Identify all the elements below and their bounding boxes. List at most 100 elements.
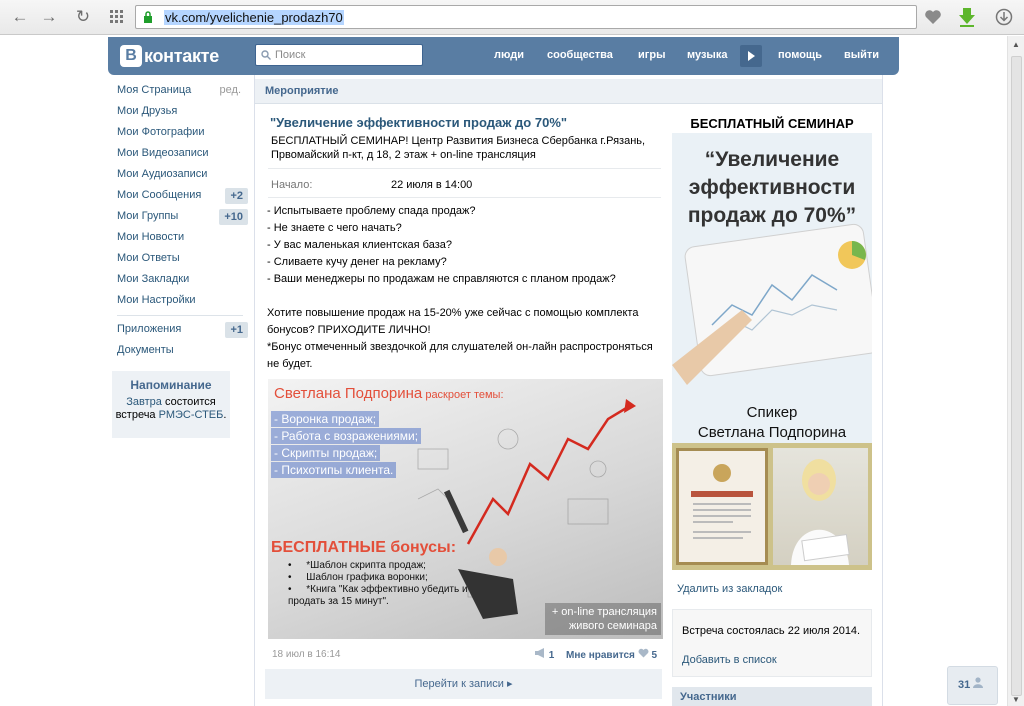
- nav-logout[interactable]: выйти: [844, 49, 879, 61]
- like-label: Мне нравится: [566, 650, 635, 661]
- reminder-date-link[interactable]: Завтра: [126, 396, 162, 408]
- body-line: - Ваши менеджеры по продажам не справляю…: [267, 273, 616, 285]
- divider: [268, 168, 661, 169]
- cover-speaker-name: Светлана Подпорина: [697, 424, 847, 441]
- sidebar-divider: [117, 315, 243, 316]
- online-count: 31: [958, 679, 971, 691]
- apps-grid-icon[interactable]: [106, 6, 128, 28]
- sidebar-item-friends[interactable]: Мои Друзья: [108, 101, 253, 122]
- sidebar-item-label: Приложения: [117, 323, 182, 335]
- back-icon[interactable]: ←: [9, 6, 31, 28]
- add-to-list-link[interactable]: Добавить в список: [682, 654, 777, 666]
- vk-logo[interactable]: В контакте: [120, 44, 219, 68]
- nav-help[interactable]: помощь: [778, 49, 822, 61]
- sidebar-item-label: Мои Ответы: [117, 252, 180, 264]
- search-box[interactable]: [255, 44, 423, 66]
- secure-lock-icon: [144, 11, 152, 23]
- cover-top-label: БЕСПЛАТНЫЙ СЕМИНАР: [672, 115, 872, 133]
- poster-topic: - Психотипы клиента.: [271, 462, 397, 478]
- poster-speaker-name: Светлана Подпорина: [274, 385, 423, 402]
- go-to-post-button[interactable]: Перейти к записи ▸: [265, 669, 662, 699]
- participants-header[interactable]: Участники: [672, 687, 872, 706]
- start-label: Начало:: [271, 179, 313, 191]
- nav-music[interactable]: музыка: [687, 49, 727, 61]
- address-bar[interactable]: vk.com/yvelichenie_prodazh70: [135, 5, 917, 29]
- groups-count-badge: +10: [219, 209, 248, 225]
- sidebar-item-label: Мои Сообщения: [117, 189, 202, 201]
- nav-people[interactable]: люди: [494, 49, 524, 61]
- page-scrollbar[interactable]: ▲ ▼: [1007, 36, 1024, 706]
- cover-speaker: Спикер Светлана Подпорина: [672, 403, 872, 443]
- heart-icon: [638, 648, 649, 658]
- nav-games[interactable]: игры: [638, 49, 665, 61]
- sidebar-item-label: Мои Аудиозаписи: [117, 168, 208, 180]
- body-line: - Не знаете с чего начать?: [267, 222, 402, 234]
- reminder-title: Напоминание: [130, 378, 212, 392]
- share-button[interactable]: 1: [534, 648, 554, 661]
- sidebar-item-apps[interactable]: Приложения +1: [108, 319, 253, 340]
- megaphone-icon: [535, 648, 544, 658]
- sidebar-item-bookmarks[interactable]: Мои Закладки: [108, 269, 253, 290]
- download-arrow-icon[interactable]: [955, 5, 979, 29]
- sidebar-item-label: Мои Закладки: [117, 273, 190, 285]
- sidebar-item-settings[interactable]: Мои Настройки: [108, 290, 253, 311]
- event-cover-image[interactable]: БЕСПЛАТНЫЙ СЕМИНАР “Увеличение эффективн…: [672, 115, 872, 570]
- start-value: 22 июля в 14:00: [391, 179, 473, 191]
- scroll-up-icon[interactable]: ▲: [1012, 40, 1020, 49]
- reload-icon[interactable]: ↻: [72, 6, 94, 28]
- online-friends-counter[interactable]: 31: [947, 666, 998, 705]
- edit-link[interactable]: ред.: [220, 80, 241, 101]
- participants-title: Участники: [680, 691, 737, 703]
- search-input[interactable]: [275, 48, 415, 62]
- poster-bonus-item: *Книга "Как эффективно убедить и продать…: [288, 584, 488, 608]
- sidebar-item-news[interactable]: Мои Новости: [108, 227, 253, 248]
- sidebar-item-documents[interactable]: Документы: [108, 340, 253, 361]
- poster-speaker-suffix: раскроет темы:: [422, 389, 504, 401]
- poster-bonus-list: *Шаблон скрипта продаж; Шаблон графика в…: [288, 560, 488, 608]
- sidebar-item-groups[interactable]: Мои Группы +10: [108, 206, 253, 227]
- section-title: Мероприятие: [265, 85, 339, 97]
- sidebar-item-label: Мои Фотографии: [117, 126, 205, 138]
- poster-topic: - Работа с возражениями;: [271, 428, 422, 444]
- poster-speaker: Светлана Подпорина раскроет темы:: [274, 385, 504, 402]
- remove-bookmark-link[interactable]: Удалить из закладок: [677, 583, 782, 595]
- post-date[interactable]: 18 июл в 16:14: [272, 649, 341, 660]
- chevron-right-icon: ▸: [506, 678, 513, 690]
- body-line: - У вас маленькая клиентская база?: [267, 239, 452, 251]
- search-icon: [261, 50, 271, 60]
- sidebar-item-label: Документы: [117, 344, 174, 356]
- poster-topics: - Воронка продаж; - Работа с возражениям…: [271, 411, 422, 479]
- diploma-image: [676, 448, 768, 565]
- event-description: БЕСПЛАТНЫЙ СЕМИНАР! Центр Развития Бизне…: [271, 135, 646, 161]
- browser-toolbar: ← → ↻ vk.com/yvelichenie_prodazh70: [0, 0, 1024, 35]
- sidebar-item-audio[interactable]: Мои Аудиозаписи: [108, 164, 253, 185]
- menu-download-icon[interactable]: [992, 5, 1016, 29]
- sidebar-item-answers[interactable]: Мои Ответы: [108, 248, 253, 269]
- bookmark-heart-icon[interactable]: [921, 5, 945, 29]
- sidebar-item-label: Мои Друзья: [117, 105, 178, 117]
- nav-communities[interactable]: сообщества: [547, 49, 613, 61]
- sidebar-item-label: Мои Группы: [117, 210, 179, 222]
- vk-logo-mark: В: [120, 45, 142, 67]
- like-count: 5: [651, 650, 658, 661]
- cover-tablet-graphic: [672, 223, 872, 385]
- sidebar-item-my-page[interactable]: Моя Страница ред.: [108, 80, 253, 101]
- sidebar-item-label: Мои Новости: [117, 231, 185, 243]
- poster-bonus-item: *Шаблон скрипта продаж;: [288, 560, 488, 572]
- body-line: Хотите повышение продаж на 15-20% уже се…: [267, 307, 639, 336]
- seminar-poster-image[interactable]: Светлана Подпорина раскроет темы: - Воро…: [268, 379, 663, 639]
- sidebar-item-videos[interactable]: Мои Видеозаписи: [108, 143, 253, 164]
- scroll-down-icon[interactable]: ▼: [1012, 695, 1020, 704]
- url-text[interactable]: vk.com/yvelichenie_prodazh70: [164, 10, 344, 25]
- reminder-event-link[interactable]: РМЭС-СТЕБ: [159, 409, 224, 421]
- poster-bonus-title: БЕСПЛАТНЫЕ бонусы:: [271, 539, 457, 556]
- like-button[interactable]: Мне нравится 5: [566, 648, 657, 661]
- forward-icon[interactable]: →: [38, 6, 60, 28]
- play-icon[interactable]: [740, 45, 762, 67]
- event-title: "Увеличение эффективности продаж до 70%": [270, 115, 568, 130]
- cover-title: “Увеличение эффективности продаж до 70%”: [687, 148, 857, 227]
- sidebar-item-photos[interactable]: Мои Фотографии: [108, 122, 253, 143]
- scroll-thumb[interactable]: [1011, 56, 1022, 696]
- poster-bonus-item: Шаблон графика воронки;: [288, 572, 488, 584]
- sidebar-item-messages[interactable]: Мои Сообщения +2: [108, 185, 253, 206]
